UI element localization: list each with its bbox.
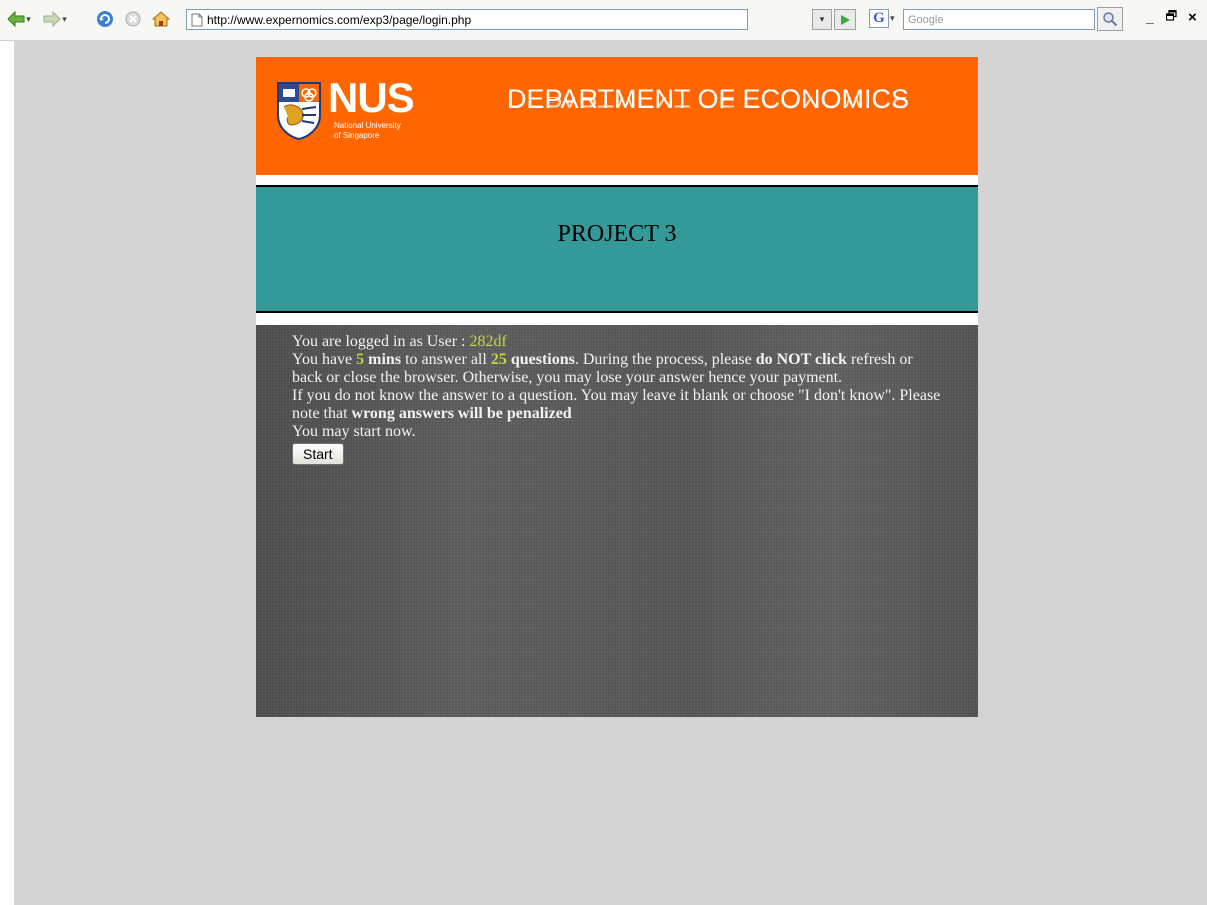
restore-button[interactable] <box>1165 9 1177 24</box>
go-arrow-icon <box>841 14 850 25</box>
questions-value: 25 <box>490 351 507 368</box>
forward-button[interactable]: ▾ <box>40 8 70 30</box>
penalty-warning: wrong answers will be penalized <box>351 405 572 422</box>
stop-button[interactable] <box>122 8 144 30</box>
do-not-click-warning: do NOT click <box>755 351 847 368</box>
go-button[interactable] <box>834 9 856 30</box>
search-engine-selector[interactable]: G ▾ <box>869 9 903 28</box>
nus-subtitle-line1: National University <box>334 121 401 130</box>
reload-button[interactable] <box>94 8 116 30</box>
google-engine-icon: G <box>869 9 889 28</box>
start-button[interactable]: Start <box>292 443 344 465</box>
page-title: PROJECT 3 <box>557 221 677 247</box>
page-container: NUS National University of Singapore DEP… <box>256 57 978 717</box>
back-arrow-icon <box>7 11 25 27</box>
search-input[interactable]: Google <box>903 9 1095 30</box>
address-bar[interactable]: http://www.expernomics.com/exp3/page/log… <box>186 9 748 30</box>
time-text-b: to answer all <box>401 351 491 368</box>
instructions-panel: You are logged in as User : 282df You ha… <box>256 325 978 717</box>
close-button[interactable]: × <box>1188 9 1197 26</box>
page-icon <box>191 13 203 26</box>
restore-icon <box>1165 9 1177 21</box>
login-label: You are logged in as User : <box>292 333 470 350</box>
page-viewport: NUS National University of Singapore DEP… <box>14 40 1207 905</box>
browser-toolbar: ▾ ▾ http://www.expernomics.com/exp3/page… <box>0 0 1207 41</box>
start-prompt: You may start now. <box>292 423 416 440</box>
url-text: http://www.expernomics.com/exp3/page/log… <box>207 12 472 27</box>
forward-dropdown-icon[interactable]: ▾ <box>62 14 67 25</box>
home-button[interactable] <box>150 8 172 30</box>
department-title-reflection: DEPARTMENT OF ECONOMICS <box>507 97 909 111</box>
magnifier-icon <box>1103 12 1118 27</box>
url-dropdown-button[interactable]: ▾ <box>812 9 832 30</box>
time-text-c: . During the process, please <box>574 351 756 368</box>
stop-icon <box>125 11 141 27</box>
instructions-text: You are logged in as User : 282df You ha… <box>292 333 942 465</box>
nus-wordmark: NUS <box>328 74 415 121</box>
reload-icon <box>97 11 113 27</box>
back-dropdown-icon[interactable]: ▾ <box>26 14 31 25</box>
user-id: 282df <box>469 333 507 350</box>
mins-label: mins <box>364 351 402 368</box>
mins-value: 5 <box>356 351 365 368</box>
back-button[interactable]: ▾ <box>4 8 34 30</box>
title-band: PROJECT 3 <box>256 185 978 313</box>
time-text-a: You have <box>292 351 357 368</box>
header-banner: NUS National University of Singapore DEP… <box>256 57 978 175</box>
engine-dropdown-icon: ▾ <box>890 13 895 23</box>
search-placeholder: Google <box>908 13 944 26</box>
questions-label: questions <box>506 351 575 368</box>
nus-subtitle-line2: of Singapore <box>334 131 380 140</box>
home-icon <box>152 11 170 27</box>
forward-arrow-icon <box>43 11 61 27</box>
minimize-button[interactable]: _ <box>1146 9 1154 25</box>
nus-crest-icon <box>277 82 321 141</box>
search-button[interactable] <box>1097 7 1123 31</box>
